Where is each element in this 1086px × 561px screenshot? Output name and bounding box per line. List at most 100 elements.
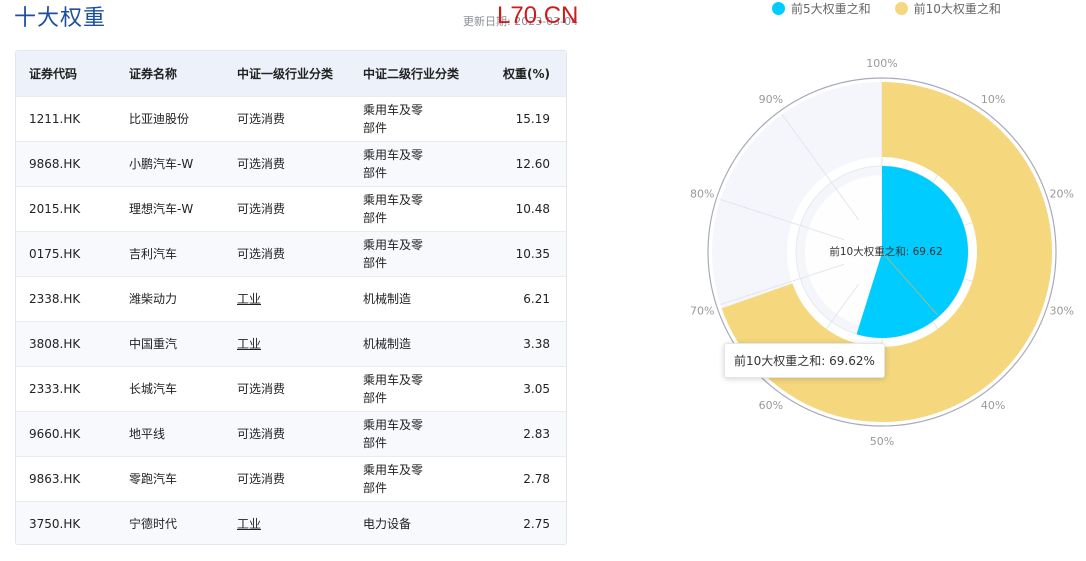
legend-label-top5: 前5大权重之和 <box>791 2 871 16</box>
cell-name: 中国重汽 <box>116 321 224 366</box>
cell-industry-1-text: 可选消费 <box>237 246 286 261</box>
legend-item-top10[interactable]: 前10大权重之和 <box>894 0 1001 17</box>
cell-code-text: 2333.HK <box>29 381 81 396</box>
cell-weight-text: 10.48 <box>515 201 550 216</box>
cell-industry-1-text: 可选消费 <box>237 426 286 441</box>
cell-weight: 10.48 <box>490 186 566 231</box>
table-row: 1211.HK 比亚迪股份 可选消费 乘用车及零部件 15.19 <box>16 96 566 141</box>
cell-industry-1: 可选消费 <box>224 411 350 456</box>
cell-industry-2-text: 乘用车及零部件 <box>363 417 424 450</box>
legend-label-top10: 前10大权重之和 <box>913 2 1001 16</box>
cell-industry-2: 乘用车及零部件 <box>350 411 490 456</box>
cell-code-text: 9660.HK <box>29 426 81 441</box>
cell-industry-1-text: 可选消费 <box>237 156 286 171</box>
cell-weight: 15.19 <box>490 96 566 141</box>
cell-code: 2333.HK <box>16 366 116 411</box>
column-header-industry-2[interactable]: 中证二级行业分类 <box>350 51 490 96</box>
cell-industry-1-text: 可选消费 <box>237 111 286 126</box>
cell-industry-1: 可选消费 <box>224 231 350 276</box>
cell-industry-2: 乘用车及零部件 <box>350 231 490 276</box>
table-row: 9863.HK 零跑汽车 可选消费 乘用车及零部件 2.78 <box>16 456 566 501</box>
angle-tick-label: 100% <box>866 57 897 70</box>
cell-name-text: 中国重汽 <box>129 336 178 351</box>
angle-tick-label: 90% <box>759 93 783 106</box>
cell-weight-text: 2.83 <box>523 426 550 441</box>
cell-name: 地平线 <box>116 411 224 456</box>
cell-weight-text: 12.60 <box>515 156 550 171</box>
cell-industry-1: 工业 <box>224 501 350 544</box>
center-value-label: 前10大权重之和: 69.62 <box>829 245 942 258</box>
table-row: 2338.HK 潍柴动力 工业 机械制造 6.21 <box>16 276 566 321</box>
legend-dot-top10 <box>894 2 908 15</box>
angle-tick-label: 10% <box>981 93 1005 106</box>
legend-item-top5[interactable]: 前5大权重之和 <box>772 0 871 17</box>
cell-code-text: 9868.HK <box>29 156 81 171</box>
page-title: 十大权重 <box>14 6 107 31</box>
angle-tick-label: 60% <box>759 399 783 412</box>
cell-industry-1-text: 工业 <box>237 516 262 531</box>
cell-industry-2-text: 乘用车及零部件 <box>363 102 424 135</box>
cell-industry-2-text: 乘用车及零部件 <box>363 372 424 405</box>
cell-industry-1-text: 工业 <box>237 336 262 351</box>
cell-code-text: 0175.HK <box>29 246 81 261</box>
cell-name-text: 理想汽车-W <box>129 201 194 216</box>
cell-name: 小鹏汽车-W <box>116 141 224 186</box>
cell-weight: 3.38 <box>490 321 566 366</box>
cell-industry-2-text: 乘用车及零部件 <box>363 462 424 495</box>
cell-name: 比亚迪股份 <box>116 96 224 141</box>
table-row: 3750.HK 宁德时代 工业 电力设备 2.75 <box>16 501 566 544</box>
angle-tick-label: 30% <box>1050 304 1074 317</box>
cell-weight: 2.83 <box>490 411 566 456</box>
cell-industry-1: 工业 <box>224 321 350 366</box>
angle-tick-label: 20% <box>1050 188 1074 201</box>
cell-industry-1-text: 工业 <box>237 291 262 306</box>
cell-industry-1-text: 可选消费 <box>237 201 286 216</box>
cell-industry-2: 乘用车及零部件 <box>350 366 490 411</box>
cell-industry-2: 乘用车及零部件 <box>350 186 490 231</box>
column-header-name[interactable]: 证券名称 <box>116 51 224 96</box>
table-row: 2333.HK 长城汽车 可选消费 乘用车及零部件 3.05 <box>16 366 566 411</box>
cell-code: 2015.HK <box>16 186 116 231</box>
weight-ring-chart: 100% 10% 20% 30% 40% 50% 60% 70% 80% 90% 前10大权重之和:… <box>690 57 1074 448</box>
table-row: 9660.HK 地平线 可选消费 乘用车及零部件 2.83 <box>16 411 566 456</box>
cell-weight: 2.75 <box>490 501 566 544</box>
column-header-weight[interactable]: 权重(%) <box>490 51 566 96</box>
cell-weight-text: 6.21 <box>523 291 550 306</box>
cell-code: 1211.HK <box>16 96 116 141</box>
watermark-text: L70.CN <box>497 2 579 29</box>
cell-industry-1-text: 可选消费 <box>237 471 286 486</box>
cell-industry-1: 可选消费 <box>224 186 350 231</box>
cell-name-text: 小鹏汽车-W <box>129 156 194 171</box>
cell-industry-1: 工业 <box>224 276 350 321</box>
cell-weight: 12.60 <box>490 141 566 186</box>
cell-weight-text: 3.38 <box>523 336 550 351</box>
column-header-code[interactable]: 证券代码 <box>16 51 116 96</box>
table-header-row: 证券代码 证券名称 中证一级行业分类 中证二级行业分类 权重(%) <box>16 51 566 96</box>
table-row: 0175.HK 吉利汽车 可选消费 乘用车及零部件 10.35 <box>16 231 566 276</box>
cell-code: 0175.HK <box>16 231 116 276</box>
cell-industry-1: 可选消费 <box>224 141 350 186</box>
cell-name-text: 宁德时代 <box>129 516 178 531</box>
cell-industry-1: 可选消费 <box>224 456 350 501</box>
cell-code: 3750.HK <box>16 501 116 544</box>
cell-industry-1-text: 可选消费 <box>237 381 286 396</box>
cell-code: 2338.HK <box>16 276 116 321</box>
cell-industry-2-text: 乘用车及零部件 <box>363 192 424 225</box>
cell-code: 9660.HK <box>16 411 116 456</box>
cell-industry-2: 机械制造 <box>350 276 490 321</box>
cell-industry-2-text: 机械制造 <box>363 336 412 351</box>
cell-industry-2-text: 乘用车及零部件 <box>363 147 424 180</box>
cell-code: 9863.HK <box>16 456 116 501</box>
cell-name: 宁德时代 <box>116 501 224 544</box>
cell-name-text: 地平线 <box>129 426 166 441</box>
cell-name: 潍柴动力 <box>116 276 224 321</box>
column-header-industry-1[interactable]: 中证一级行业分类 <box>224 51 350 96</box>
cell-name-text: 比亚迪股份 <box>129 111 190 126</box>
chart-tooltip: 前10大权重之和: 69.62% <box>724 343 885 378</box>
cell-name-text: 吉利汽车 <box>129 246 178 261</box>
cell-industry-2-text: 乘用车及零部件 <box>363 237 424 270</box>
cell-name-text: 潍柴动力 <box>129 291 178 306</box>
cell-code-text: 2338.HK <box>29 291 81 306</box>
cell-code-text: 9863.HK <box>29 471 81 486</box>
cell-code-text: 3808.HK <box>29 336 81 351</box>
